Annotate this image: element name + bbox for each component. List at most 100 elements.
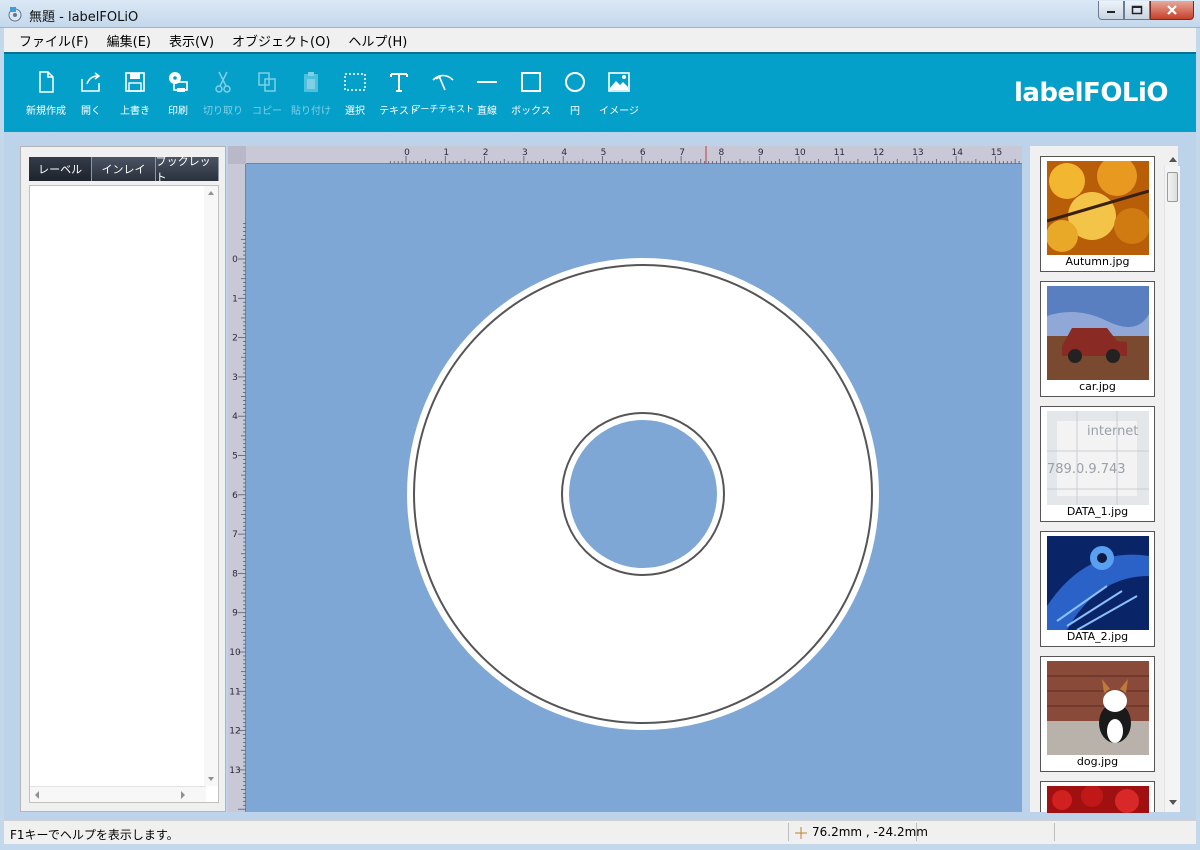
list-horizontal-scrollbar[interactable] <box>30 786 206 802</box>
open-button[interactable]: 開く <box>69 70 113 117</box>
window-frame-bottom <box>0 844 1200 850</box>
ruler-top-label: 3 <box>522 148 528 158</box>
paste-label: 貼り付け <box>291 106 331 117</box>
image-gallery: Autumn.jpg car.jpg internet 789.0.9.743 … <box>1030 146 1178 813</box>
ruler-top-label: 10 <box>794 148 806 158</box>
image-label: イメージ <box>599 106 639 117</box>
ruler-top-label: 4 <box>561 148 567 158</box>
crosshair-icon <box>795 827 807 839</box>
select-label: 選択 <box>345 106 365 117</box>
image-button[interactable]: イメージ <box>597 70 641 117</box>
thumbnail-caption: car.jpg <box>1079 380 1116 393</box>
image-icon <box>608 72 630 92</box>
thumbnail-caption: DATA_1.jpg <box>1066 505 1129 518</box>
menu-help[interactable]: ヘルプ(H) <box>339 31 416 50</box>
copy-button[interactable]: コピー <box>245 70 289 117</box>
close-button[interactable] <box>1150 1 1194 20</box>
ruler-top-label: 11 <box>834 148 845 158</box>
ruler-corner <box>228 146 246 164</box>
ruler-top-label: 14 <box>951 148 963 158</box>
box-label: ボックス <box>511 106 551 117</box>
ruler-top-label: 5 <box>601 148 607 158</box>
new-document-icon <box>39 71 54 93</box>
scroll-left-icon <box>35 791 39 799</box>
scroll-up-icon[interactable] <box>1165 152 1181 166</box>
ruler-left-label: 10 <box>229 648 241 658</box>
menu-file[interactable]: ファイル(F) <box>10 31 98 50</box>
tab-booklet[interactable]: ブックレット <box>155 155 219 184</box>
copy-label: コピー <box>252 106 282 117</box>
window-frame-right <box>1196 28 1200 850</box>
ruler-top-label: 9 <box>758 148 764 158</box>
ruler-vertical: 0 1 2 3 4 5 6 7 8 9 10 11 12 13 <box>228 164 246 812</box>
minimize-icon <box>1107 11 1115 13</box>
line-label: 直線 <box>477 106 497 117</box>
ruler-top-label: 8 <box>719 148 725 158</box>
tab-inlay[interactable]: インレイ <box>92 157 156 181</box>
data2-thumbnail-image <box>1047 536 1149 630</box>
thumbnail-data-1[interactable]: internet 789.0.9.743 DATA_1.jpg <box>1040 406 1155 522</box>
new-button[interactable]: 新規作成 <box>24 70 68 117</box>
paste-button[interactable]: 貼り付け <box>289 70 333 117</box>
select-button[interactable]: 選択 <box>333 70 377 117</box>
thumbnail-dog[interactable]: dog.jpg <box>1040 656 1155 772</box>
brand-logo: labelFOLiO <box>1013 78 1169 108</box>
ruler-top-label: 0 <box>404 148 410 158</box>
thumbnail-caption: Autumn.jpg <box>1065 255 1130 268</box>
scroll-down-icon <box>208 777 214 781</box>
tab-label[interactable]: レーベル <box>29 157 93 181</box>
ruler-top-label: 15 <box>991 148 1002 158</box>
cut-button[interactable]: 切り取り <box>201 70 245 117</box>
app-icon <box>8 7 22 22</box>
canvas-area[interactable]: 0 1 2 3 4 5 6 7 8 9 10 11 12 13 14 15 0 1 2 3 4 5 6 7 8 9 10 11 12 1… <box>228 146 1022 812</box>
ruler-left-label: 13 <box>229 766 240 776</box>
list-vertical-scrollbar[interactable] <box>204 186 218 786</box>
circle-button[interactable]: 円 <box>553 70 597 117</box>
thumbnail-autumn[interactable]: Autumn.jpg <box>1040 156 1155 272</box>
thumbnail-car[interactable]: car.jpg <box>1040 281 1155 397</box>
ruler-left-label: 7 <box>232 530 238 540</box>
line-button[interactable]: 直線 <box>465 70 509 117</box>
art-text-button[interactable]: アーチテキスト <box>412 70 474 115</box>
box-button[interactable]: ボックス <box>509 70 553 117</box>
save-floppy-icon <box>125 72 145 92</box>
ruler-left-label: 5 <box>232 452 238 462</box>
autumn-thumbnail-image <box>1047 161 1149 255</box>
save-label: 上書き <box>120 106 150 117</box>
maximize-icon <box>1131 5 1143 15</box>
dashed-select-icon <box>344 73 366 91</box>
ruler-left-label: 6 <box>232 491 238 501</box>
cd-label-disc[interactable] <box>246 164 1022 812</box>
save-button[interactable]: 上書き <box>113 70 157 117</box>
circle-icon <box>565 72 585 92</box>
maximize-button[interactable] <box>1124 1 1150 20</box>
arch-text-icon <box>432 74 454 91</box>
svg-text:internet: internet <box>1087 424 1138 439</box>
menu-object[interactable]: オブジェクト(O) <box>223 31 339 50</box>
thumbnail-data-2[interactable]: DATA_2.jpg <box>1040 531 1155 647</box>
paste-icon <box>304 72 318 92</box>
circle-label: 円 <box>570 106 580 117</box>
thumbnail-roses[interactable] <box>1040 781 1155 813</box>
ruler-top-label: 7 <box>679 148 685 158</box>
minimize-button[interactable] <box>1098 1 1124 20</box>
scroll-right-icon <box>181 791 185 799</box>
gallery-scrollbar[interactable] <box>1164 157 1181 812</box>
toolbar: 新規作成 開く 上書き 印刷 切り取り コピー 貼り付け 選択 テキスト アーチ… <box>4 52 1196 132</box>
status-message: F1キーでヘルプを表示します。 <box>10 828 179 842</box>
scissors-icon <box>215 71 231 93</box>
menu-view[interactable]: 表示(V) <box>160 31 223 50</box>
scroll-down-icon[interactable] <box>1165 796 1181 810</box>
ruler-top-label: 2 <box>483 148 489 158</box>
menu-bar: ファイル(F) 編集(E) 表示(V) オブジェクト(O) ヘルプ(H) <box>0 28 1200 52</box>
gallery-scrollbar-thumb[interactable] <box>1167 172 1178 202</box>
label-page[interactable] <box>246 164 1022 812</box>
roses-thumbnail-image <box>1047 786 1149 813</box>
svg-text:789.0.9.743: 789.0.9.743 <box>1047 462 1126 477</box>
template-list[interactable] <box>29 185 219 803</box>
menu-edit[interactable]: 編集(E) <box>98 31 160 50</box>
ruler-left-label: 3 <box>232 373 238 383</box>
print-button[interactable]: 印刷 <box>156 70 200 117</box>
ruler-top-label: 12 <box>873 148 884 158</box>
title-bar: 無題 - labelFOLiO <box>0 0 1200 28</box>
